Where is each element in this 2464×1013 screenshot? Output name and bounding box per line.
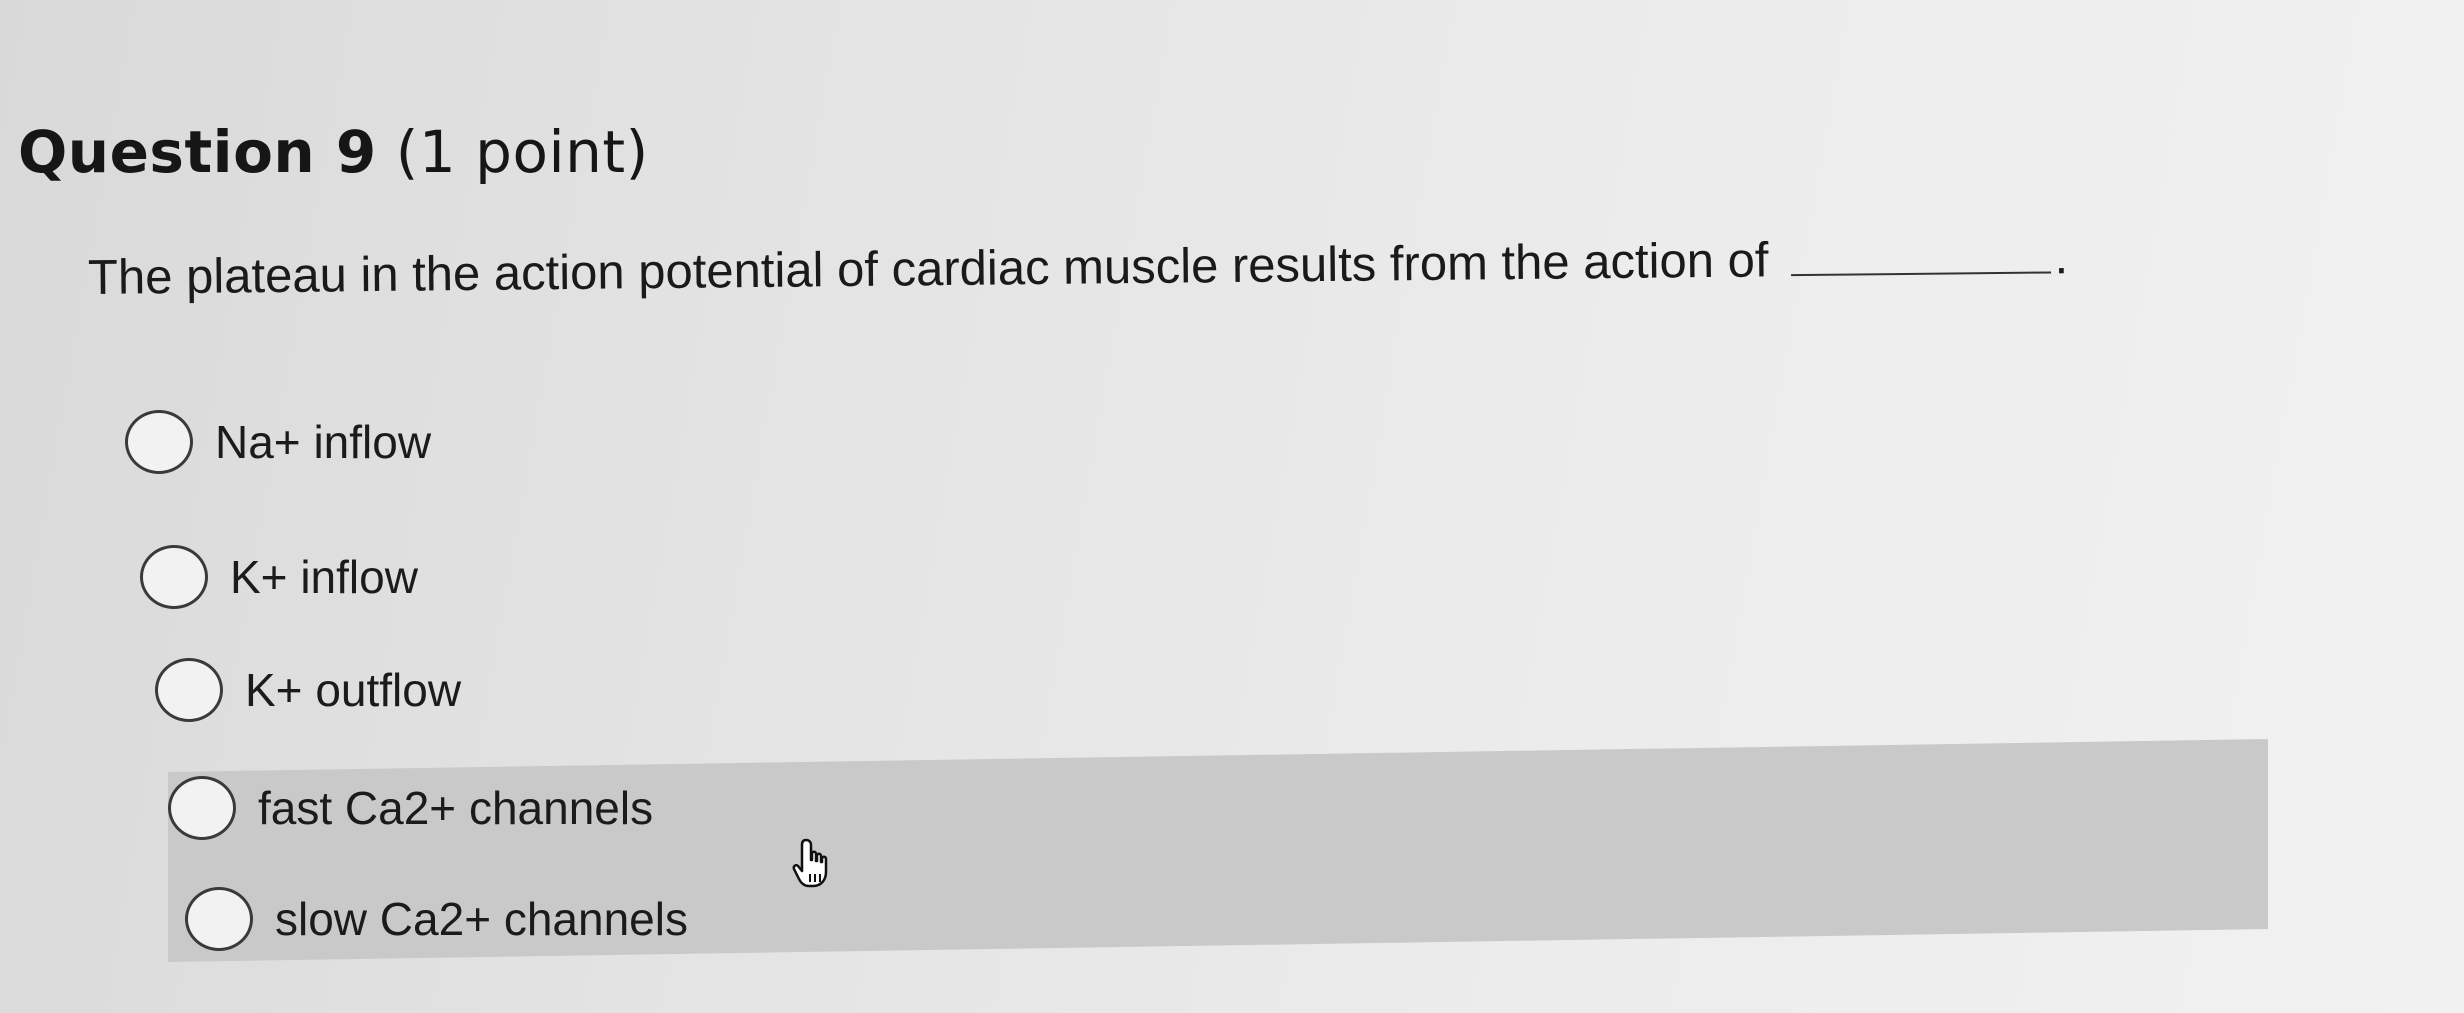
answer-blank <box>1790 269 2051 277</box>
radio-button[interactable] <box>168 776 236 840</box>
radio-button[interactable] <box>155 658 223 722</box>
option-slow-ca-channels[interactable]: slow Ca2+ channels <box>185 887 688 951</box>
option-label: K+ outflow <box>245 664 462 716</box>
question-title: Question 9 (1 point) <box>18 118 649 186</box>
option-label: K+ inflow <box>230 551 418 603</box>
radio-button[interactable] <box>185 887 253 951</box>
option-k-outflow[interactable]: K+ outflow <box>155 658 461 722</box>
radio-button[interactable] <box>140 545 208 609</box>
question-number: Question 9 <box>18 118 377 186</box>
option-fast-ca-channels[interactable]: fast Ca2+ channels <box>168 776 653 840</box>
option-k-inflow[interactable]: K+ inflow <box>140 545 418 609</box>
hand-pointer-icon <box>792 838 828 888</box>
option-na-inflow[interactable]: Na+ inflow <box>125 410 431 474</box>
answer-blank-period: . <box>2054 230 2069 285</box>
question-prompt: The plateau in the action potential of c… <box>88 229 2069 306</box>
question-prompt-text: The plateau in the action potential of c… <box>87 233 1769 305</box>
option-label: Na+ inflow <box>215 416 432 468</box>
option-label: slow Ca2+ channels <box>275 893 688 945</box>
question-points: (1 point) <box>395 118 649 186</box>
option-label: fast Ca2+ channels <box>258 782 654 834</box>
radio-button[interactable] <box>125 410 193 474</box>
